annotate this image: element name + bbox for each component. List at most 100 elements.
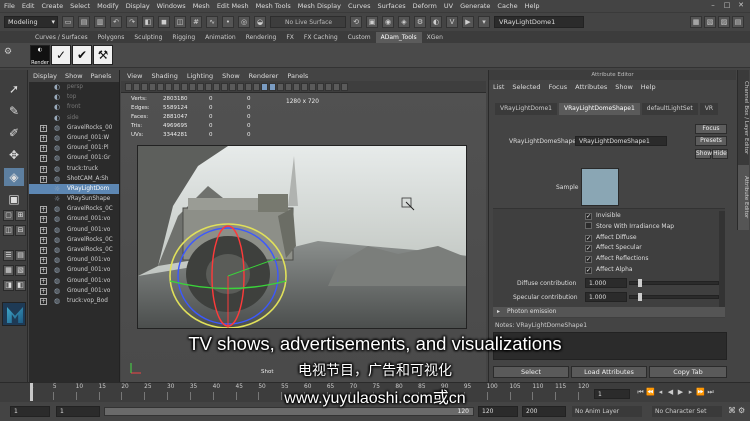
channel-box-side-tab[interactable]: Channel Box / Layer Editor [737,70,749,165]
outliner-item[interactable]: + ◍ ShotCAM_A:Sh [29,174,119,184]
shelf-tab[interactable]: FX [281,32,299,43]
menu-mesh-display[interactable]: Mesh Display [298,2,341,10]
checkbox-row[interactable]: ✓ Affect Diffuse [585,233,637,242]
shelf-tab[interactable]: Rigging [167,32,200,43]
open-scene-icon[interactable]: ▤ [78,15,90,28]
viewport-tool-icon[interactable] [197,82,204,91]
rotate-tool-icon[interactable]: ◈ [4,168,24,186]
ipr-render-icon[interactable]: ◈ [398,15,410,28]
viewport-tool-icon[interactable] [189,82,196,91]
outliner-item[interactable]: + ◍ Ground_001:Pl [29,143,119,153]
outliner-item[interactable]: + ◍ truck:truck [29,164,119,174]
shelf-tab[interactable]: Sculpting [129,32,167,43]
outliner-item[interactable]: + ◍ Ground_001:vo [29,276,119,286]
menu-deform[interactable]: Deform [413,2,437,10]
snap-point-icon[interactable]: • [222,15,234,28]
viewport-tool-icon[interactable] [181,82,188,91]
outliner-menu-show[interactable]: Show [65,72,83,80]
shelf-tab[interactable]: Custom [343,32,376,43]
ae-menu-help[interactable]: Help [641,83,656,91]
close-icon[interactable]: ✕ [736,1,746,10]
outliner-persp-icon[interactable]: ▤ [15,250,26,261]
outliner-menu-display[interactable]: Display [33,72,57,80]
ae-menu-show[interactable]: Show [615,83,633,91]
layout-custom2-icon[interactable]: ◧ [15,280,26,291]
expand-icon[interactable]: + [40,297,47,305]
snap-grid-icon[interactable]: # [190,15,202,28]
attribute-editor-toggle-icon[interactable]: ▧ [704,16,716,28]
viewport-tool-icon[interactable] [245,82,252,91]
menu-surfaces[interactable]: Surfaces [378,2,406,10]
check-shelf-icon[interactable]: ✓ [51,45,71,65]
specular-contribution-slider[interactable] [629,293,719,301]
redo-icon[interactable]: ↷ [126,15,138,28]
outliner-item[interactable]: ◐ side [29,113,119,123]
move-tool-icon[interactable]: ✥ [4,146,24,164]
diffuse-contribution-slider[interactable] [629,279,719,287]
viewport-tool-icon[interactable] [285,82,292,91]
ae-menu-list[interactable]: List [493,83,504,91]
viewport-tool-icon[interactable] [269,82,276,91]
menu-display[interactable]: Display [126,2,150,10]
viewport-tool-icon[interactable] [253,82,260,91]
tool-shelf-icon[interactable]: ⚒ [93,45,113,65]
menu-windows[interactable]: Windows [157,2,186,10]
viewport-menu-panels[interactable]: Panels [287,72,308,80]
ae-tab[interactable]: VRayLightDome1 [495,103,557,115]
snap-curve-icon[interactable]: ∿ [206,15,218,28]
ae-menu-focus[interactable]: Focus [549,83,568,91]
menu-cache[interactable]: Cache [497,2,517,10]
viewport-tool-icon[interactable] [309,82,316,91]
viewport-tool-icon[interactable] [125,82,132,91]
menu-edit[interactable]: Edit [22,2,35,10]
expand-icon[interactable]: + [40,206,47,214]
ae-tab[interactable]: defaultLightSet [641,103,698,115]
expand-icon[interactable]: + [40,216,47,224]
viewport-tool-icon[interactable] [165,82,172,91]
checkbox[interactable]: ✓ [585,267,592,274]
paint-select-icon[interactable]: ✐ [4,124,24,142]
viewport-menu-renderer[interactable]: Renderer [249,72,279,80]
outliner-item[interactable]: ◐ top [29,92,119,102]
hide-button[interactable]: Hide [712,149,728,159]
attribute-editor-side-tab[interactable]: Attribute Editor [737,165,749,230]
render-settings-icon[interactable]: ⚙ [414,15,426,28]
layout-two-h-icon[interactable]: ⊟ [15,225,26,236]
expand-icon[interactable]: + [40,257,47,265]
range-slider[interactable]: 120 [104,407,474,416]
menu-create[interactable]: Create [41,2,63,10]
checkbox[interactable]: ✓ [585,256,592,264]
menu-edit-mesh[interactable]: Edit Mesh [217,2,249,10]
menu-file[interactable]: File [4,2,15,10]
expand-icon[interactable]: + [40,247,47,254]
viewport-tool-icon[interactable] [213,82,220,91]
select-tool-icon[interactable]: ➚ [4,80,24,98]
layout-custom-icon[interactable]: ◨ [3,280,14,291]
expand-icon[interactable]: + [40,124,47,132]
expand-icon[interactable]: + [40,145,47,153]
layout-four-icon[interactable]: ⊞ [15,210,26,221]
outliner-item[interactable]: + ◍ GravelRocks_00 [29,123,119,133]
ae-menu-attributes[interactable]: Attributes [575,83,607,91]
outliner-item[interactable]: + ◍ GravelRocks_0C [29,235,119,245]
menu-select[interactable]: Select [70,2,90,10]
render-icon[interactable]: ◉ [382,15,394,28]
save-scene-icon[interactable]: ▥ [94,15,106,28]
expand-icon[interactable]: + [40,277,47,285]
ae-menu-selected[interactable]: Selected [512,83,540,91]
checkbox[interactable]: ✓ [585,213,592,220]
viewport-menu-shading[interactable]: Shading [151,72,177,80]
input-mode-icon[interactable]: ▾ [478,15,490,28]
menu-mesh[interactable]: Mesh [193,2,210,10]
viewport-tool-icon[interactable] [157,82,164,91]
viewport-tool-icon[interactable] [133,82,140,91]
scale-tool-icon[interactable]: ▣ [4,190,24,208]
outliner-item[interactable]: + ◍ Ground_001:vo [29,225,119,235]
modeling-toolkit-icon[interactable]: ▦ [690,16,702,28]
channel-box-icon[interactable]: ▤ [732,16,744,28]
vray-render-shelf-icon[interactable]: ◐ Render [30,45,50,66]
expand-icon[interactable]: + [40,165,47,173]
specular-slider-knob[interactable] [638,293,642,301]
menu-modify[interactable]: Modify [97,2,119,10]
maximize-icon[interactable]: □ [722,1,732,10]
